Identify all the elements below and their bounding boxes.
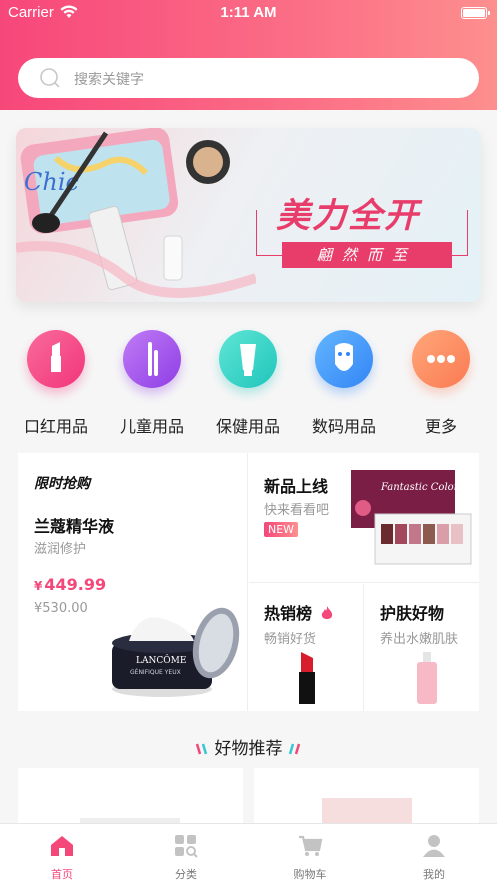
category-more[interactable]: 更多 xyxy=(396,330,486,440)
header: Carrier 1:11 AM 搜索关键字 xyxy=(0,0,497,110)
lipstick-image xyxy=(299,652,315,704)
category-row: 口红用品 儿童用品 保健用品 数码用品 更多 xyxy=(0,330,497,440)
home-icon xyxy=(51,836,73,856)
category-label: 数码用品 xyxy=(311,417,376,436)
category-digital[interactable]: 数码用品 xyxy=(299,330,389,440)
flash-sale-label: 限时抢购 xyxy=(34,476,90,492)
eyeshadow-palette-image: Fantastic Color Eyes xyxy=(351,470,473,565)
skincare-title: 护肤好物 xyxy=(380,604,445,623)
banner-title: 美力全开 xyxy=(276,196,420,236)
product-name-text: GÉNIFIQUE YEUX xyxy=(130,668,181,676)
product-price: ¥449.99 xyxy=(34,575,106,594)
palette-brand-text: Fantastic Color Eyes xyxy=(380,482,473,493)
category-label: 更多 xyxy=(424,417,457,436)
search-bar[interactable]: 搜索关键字 xyxy=(18,58,479,98)
category-lipstick[interactable]: 口红用品 xyxy=(11,330,101,440)
user-icon xyxy=(423,835,445,857)
recommend-card[interactable] xyxy=(254,768,479,828)
skincare-subtitle: 养出水嫩肌肤 xyxy=(380,632,459,647)
tab-label: 购物车 xyxy=(293,868,327,881)
product-image xyxy=(80,818,180,828)
search-input[interactable]: 搜索关键字 xyxy=(74,69,144,89)
product-image xyxy=(322,798,412,828)
cart-icon xyxy=(299,835,323,856)
flash-sale-card[interactable]: 限时抢购 兰蔻精华液 滋润修护 ¥449.99 ¥530.00 LANCÔME … xyxy=(18,453,248,711)
tube-icon xyxy=(219,330,277,388)
category-health[interactable]: 保健用品 xyxy=(203,330,293,440)
promo-grid: 限时抢购 兰蔻精华液 滋润修护 ¥449.99 ¥530.00 LANCÔME … xyxy=(18,453,479,711)
category-label: 口红用品 xyxy=(23,417,88,436)
category-label: 儿童用品 xyxy=(119,417,184,436)
hot-list-card[interactable]: 热销榜 畅销好货 xyxy=(249,584,364,711)
product-subtitle: 滋润修护 xyxy=(34,542,87,557)
new-arrival-card[interactable]: 新品上线 快来看看吧 NEW Fantastic Color Eyes xyxy=(249,453,479,583)
hot-list-subtitle: 畅销好货 xyxy=(264,632,317,647)
product-old-price: ¥530.00 xyxy=(34,601,88,616)
price-value: 449.99 xyxy=(44,575,107,594)
search-icon xyxy=(40,68,60,88)
tab-label: 我的 xyxy=(423,868,445,881)
new-arrival-subtitle: 快来看看吧 xyxy=(264,503,330,518)
promo-banner[interactable]: Chic 美力全开 翩然而至 xyxy=(16,128,481,302)
product-jar-image: LANCÔME GÉNIFIQUE YEUX xyxy=(112,607,240,697)
recommend-section-title: 好物推荐 xyxy=(0,734,497,759)
tab-bar: 首页 分类 购物车 我的 xyxy=(0,823,497,883)
status-time: 1:11 AM xyxy=(220,4,277,21)
tab-cart[interactable]: 购物车 xyxy=(248,824,372,883)
banner-subtitle: 翩然而至 xyxy=(282,242,452,268)
face-mask-icon xyxy=(315,330,373,388)
new-arrival-title: 新品上线 xyxy=(264,477,329,496)
recommend-title: 好物推荐 xyxy=(214,739,283,759)
status-bar: Carrier 1:11 AM xyxy=(0,2,497,24)
tab-label: 分类 xyxy=(175,868,197,881)
banner-cosmetics-image: Chic xyxy=(16,128,256,298)
left-deco-icon xyxy=(195,743,208,755)
category-children[interactable]: 儿童用品 xyxy=(107,330,197,440)
lipstick-icon xyxy=(27,330,85,388)
product-brand-text: LANCÔME xyxy=(136,654,186,666)
tab-category[interactable]: 分类 xyxy=(124,824,248,883)
more-icon xyxy=(412,330,470,388)
hot-list-title-text: 热销榜 xyxy=(264,604,313,623)
tab-label: 首页 xyxy=(51,868,73,881)
battery-icon xyxy=(461,7,490,19)
recommend-card[interactable] xyxy=(18,768,243,828)
mascara-icon xyxy=(123,330,181,388)
tab-profile[interactable]: 我的 xyxy=(372,824,496,883)
tab-home[interactable]: 首页 xyxy=(0,824,124,883)
fire-icon xyxy=(321,606,332,619)
new-badge: NEW xyxy=(264,522,299,537)
product-title: 兰蔻精华液 xyxy=(34,517,115,536)
category-icon xyxy=(175,835,198,858)
category-label: 保健用品 xyxy=(215,417,280,436)
currency-symbol: ¥ xyxy=(34,579,43,593)
skincare-card[interactable]: 护肤好物 养出水嫩肌肤 xyxy=(365,584,479,711)
hot-list-title: 热销榜 xyxy=(264,600,334,624)
right-deco-icon xyxy=(288,743,301,755)
toner-bottle-image xyxy=(417,652,437,704)
